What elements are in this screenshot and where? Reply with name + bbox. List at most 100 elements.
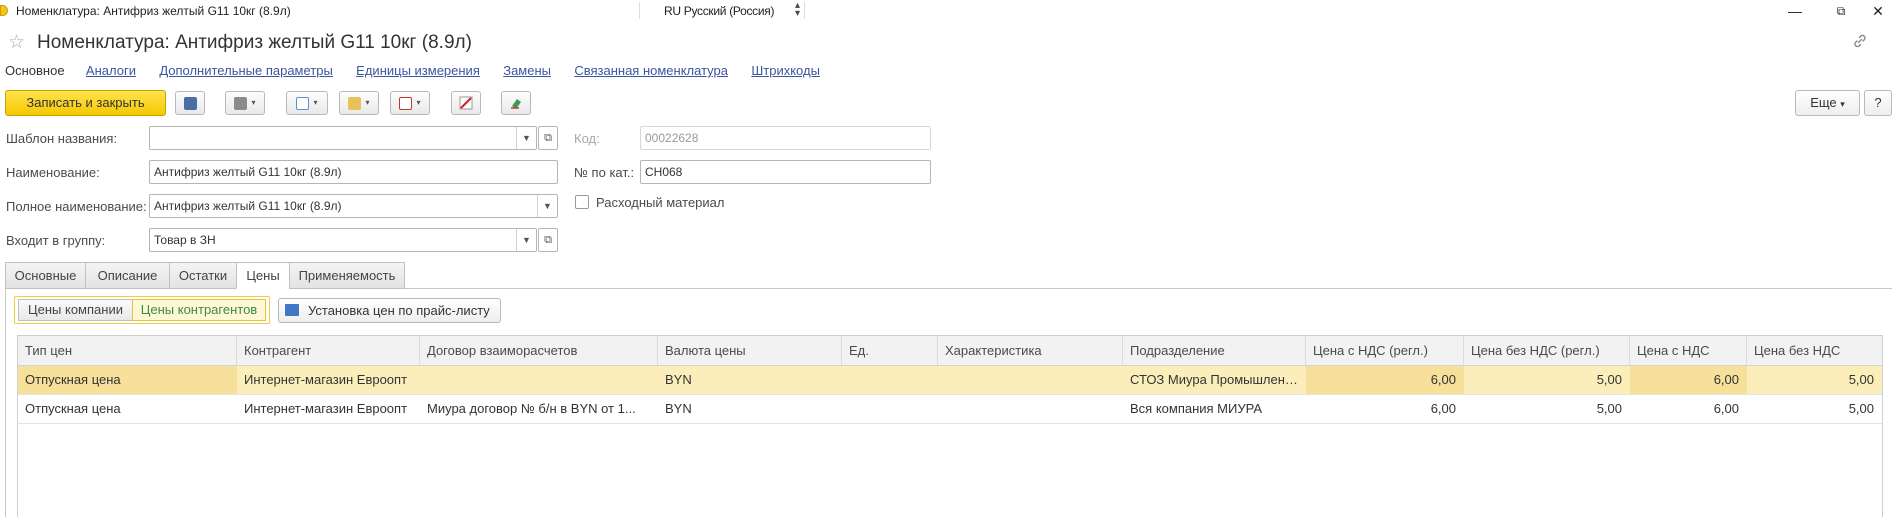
cell-price-vat: 6,00 [1713, 401, 1739, 416]
name-value: Антифриз желтый G11 10кг (8.9л) [154, 165, 342, 179]
clear-icon [511, 99, 521, 110]
cell-currency: BYN [665, 401, 692, 416]
pdf-icon [399, 96, 413, 110]
cell-price-type: Отпускная цена [18, 366, 237, 394]
link-icon[interactable] [1852, 33, 1868, 54]
language-selector[interactable]: RU Русский (Россия) ▴ ▾ [639, 0, 805, 19]
table-row[interactable]: Отпускная цена Интернет-магазин Евроопт … [18, 366, 1882, 395]
updown-icon: ▴ ▾ [794, 0, 800, 19]
window-titlebar: Номенклатура: Антифриз желтый G11 10кг (… [0, 0, 1892, 22]
prices-table[interactable]: Тип цен Контрагент Договор взаиморасчето… [17, 335, 1883, 517]
col-price-novat-reg[interactable]: Цена без НДС (регл.) [1464, 336, 1630, 365]
col-price-vat[interactable]: Цена с НДС [1630, 336, 1747, 365]
cell-price-vat-reg: 6,00 [1306, 366, 1464, 394]
consumable-label: Расходный материал [596, 195, 725, 210]
cell-counterparty: Интернет-магазин Евроопт [244, 401, 408, 416]
price-subtabs: Цены компании Цены контрагентов [14, 296, 270, 324]
more-button[interactable]: Еще ▾ [1795, 90, 1860, 116]
save-button[interactable] [175, 91, 205, 115]
chevron-down-icon[interactable]: ▼ [537, 195, 557, 217]
tab-prices[interactable]: Цены [236, 262, 290, 289]
create-based-on-button[interactable]: ▾ [339, 91, 379, 115]
cell-characteristic [938, 395, 1123, 423]
cell-price-type: Отпускная цена [25, 401, 121, 416]
nav-main[interactable]: Основное [5, 63, 65, 78]
section-nav: Основное Аналоги Дополнительные параметр… [5, 63, 840, 79]
restore-button[interactable]: ⧉ [1818, 0, 1864, 22]
tab-stock[interactable]: Остатки [169, 262, 237, 289]
nav-analogs[interactable]: Аналоги [86, 63, 136, 78]
col-contract[interactable]: Договор взаиморасчетов [420, 336, 658, 365]
minimize-button[interactable]: — [1772, 0, 1818, 22]
app-icon [0, 5, 8, 16]
fullname-field[interactable]: Антифриз желтый G11 10кг (8.9л) ▼ [149, 194, 558, 218]
open-template-icon[interactable]: ⧉ [538, 126, 558, 150]
delete-mark-icon [459, 96, 473, 110]
cell-department: СТОЗ Миура Промышленная [1130, 372, 1306, 387]
template-field[interactable]: ▼ [149, 126, 537, 150]
col-unit[interactable]: Ед. [842, 336, 938, 365]
tab-applicability[interactable]: Применяемость [289, 262, 405, 289]
cell-price-novat: 5,00 [1848, 372, 1874, 387]
col-counterparty[interactable]: Контрагент [237, 336, 420, 365]
subtab-company-prices[interactable]: Цены компании [18, 299, 133, 321]
nav-units[interactable]: Единицы измерения [356, 63, 480, 78]
name-field[interactable]: Антифриз желтый G11 10кг (8.9л) [149, 160, 558, 184]
consumable-checkbox[interactable] [575, 195, 589, 209]
print-button[interactable]: ▾ [225, 91, 265, 115]
cell-price-vat-reg: 6,00 [1430, 401, 1456, 416]
nav-additional-params[interactable]: Дополнительные параметры [159, 63, 333, 78]
language-label: RU Русский (Россия) [664, 4, 775, 18]
subtab-counterparty-prices[interactable]: Цены контрагентов [132, 299, 266, 321]
name-label: Наименование: [6, 165, 100, 180]
window-title: Номенклатура: Антифриз желтый G11 10кг (… [16, 4, 291, 18]
chevron-down-icon: ▾ [1840, 99, 1845, 109]
cell-price-novat-reg: 5,00 [1596, 372, 1622, 387]
cell-characteristic [938, 366, 1123, 394]
cell-contract [420, 366, 658, 394]
col-price-novat[interactable]: Цена без НДС [1747, 336, 1882, 365]
open-group-icon[interactable]: ⧉ [538, 228, 558, 252]
report-icon [296, 96, 310, 110]
cell-unit [842, 366, 938, 394]
favorite-star-icon[interactable]: ☆ [8, 31, 25, 54]
col-department[interactable]: Подразделение [1123, 336, 1306, 365]
page-title: Номенклатура: Антифриз желтый G11 10кг (… [37, 32, 472, 53]
tab-description[interactable]: Описание [85, 262, 170, 289]
clear-button[interactable] [501, 91, 531, 115]
nav-barcodes[interactable]: Штрихкоды [751, 63, 820, 78]
table-header: Тип цен Контрагент Договор взаиморасчето… [18, 336, 1882, 366]
mark-delete-button[interactable] [451, 91, 481, 115]
print-icon [234, 96, 248, 110]
col-characteristic[interactable]: Характеристика [938, 336, 1123, 365]
table-row[interactable]: Отпускная цена Интернет-магазин Евроопт … [18, 395, 1882, 424]
close-button[interactable]: ✕ [1864, 0, 1892, 22]
cell-contract: Миура договор № б/н в BYN от 1... [427, 401, 636, 416]
save-and-close-button[interactable]: Записать и закрыть [5, 90, 166, 116]
chevron-down-icon[interactable]: ▼ [516, 229, 536, 251]
code-field: 00022628 [640, 126, 931, 150]
pdf-button[interactable]: ▾ [390, 91, 430, 115]
template-label: Шаблон названия: [6, 131, 118, 146]
chevron-down-icon[interactable]: ▼ [516, 127, 536, 149]
nav-related[interactable]: Связанная номенклатура [574, 63, 728, 78]
pricelist-icon [285, 304, 299, 316]
report-button[interactable]: ▾ [286, 91, 328, 115]
save-icon [183, 96, 197, 110]
code-value: 00022628 [645, 131, 699, 145]
set-prices-from-pricelist-button[interactable]: Установка цен по прайс-листу [278, 298, 501, 323]
col-price-type[interactable]: Тип цен [18, 336, 237, 365]
group-field[interactable]: Товар в ЗН ▼ [149, 228, 537, 252]
col-price-vat-reg[interactable]: Цена с НДС (регл.) [1306, 336, 1464, 365]
cell-price-novat: 5,00 [1848, 401, 1874, 416]
col-currency[interactable]: Валюта цены [658, 336, 842, 365]
cell-unit [842, 395, 938, 423]
cell-currency: BYN [665, 372, 692, 387]
fullname-value: Антифриз желтый G11 10кг (8.9л) [154, 199, 342, 213]
catalog-field[interactable]: CH068 [640, 160, 931, 184]
cell-price-vat: 6,00 [1630, 366, 1747, 394]
help-button[interactable]: ? [1864, 90, 1892, 116]
nav-replacements[interactable]: Замены [503, 63, 551, 78]
catalog-value: CH068 [645, 165, 683, 179]
tab-basic[interactable]: Основные [5, 262, 86, 289]
